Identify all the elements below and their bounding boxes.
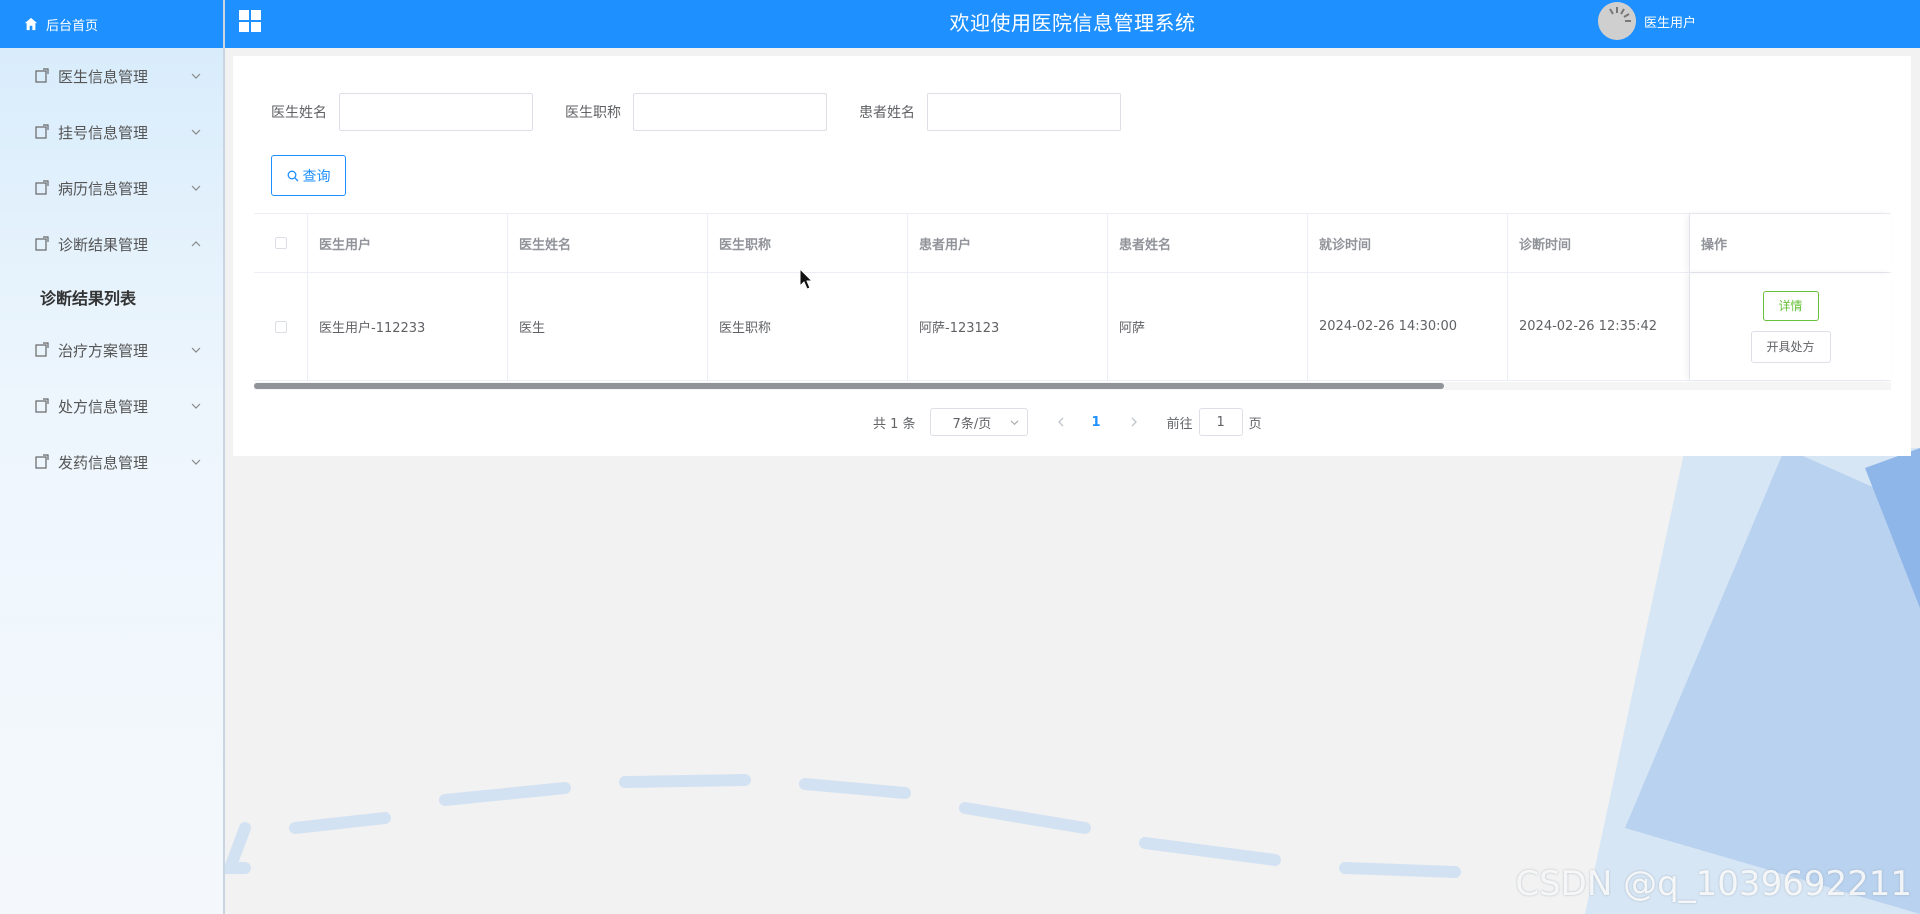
next-page-icon[interactable] bbox=[1129, 417, 1139, 427]
sidebar-item-treatment-plan[interactable]: 治疗方案管理 bbox=[0, 322, 223, 378]
sidebar-home-label: 后台首页 bbox=[46, 18, 99, 34]
sidebar-item-diagnosis[interactable]: 诊断结果管理 bbox=[0, 216, 223, 272]
user-menu[interactable]: 医生用户 bbox=[1598, 2, 1696, 40]
table-cell: 2024-02-26 14:30:00 bbox=[1308, 273, 1508, 380]
goto-label: 前往 bbox=[1166, 416, 1193, 432]
sidebar-item-dispensing[interactable]: 发药信息管理 bbox=[0, 434, 223, 490]
chevron-down-icon bbox=[1010, 420, 1019, 426]
sidebar-item-label: 处方信息管理 bbox=[58, 397, 149, 416]
menu-doc-icon bbox=[35, 342, 49, 357]
user-name: 医生用户 bbox=[1644, 15, 1697, 31]
watermark: CSDN @q_1039692211 bbox=[1515, 864, 1912, 904]
sidebar-item-label: 病历信息管理 bbox=[58, 179, 149, 198]
prev-page-icon[interactable] bbox=[1056, 417, 1066, 427]
content-card: 医生姓名 医生职称 患者姓名 查询 医生用户 医生姓名 医生职称 患者用户 患者… bbox=[233, 56, 1911, 456]
mouse-cursor-icon bbox=[799, 268, 814, 290]
goto-page-input[interactable] bbox=[1198, 408, 1243, 436]
goto-suffix: 页 bbox=[1248, 416, 1262, 432]
menu-doc-icon bbox=[35, 180, 49, 195]
sidebar-item-doctor-info[interactable]: 医生信息管理 bbox=[0, 48, 223, 104]
column-header[interactable]: 患者用户 bbox=[908, 214, 1108, 272]
column-header[interactable]: 诊断时间 bbox=[1508, 214, 1690, 272]
column-header[interactable]: 就诊时间 bbox=[1308, 214, 1508, 272]
table-row: 医生用户-112233 医生 医生职称 阿萨-123123 阿萨 2024-02… bbox=[254, 273, 1891, 381]
home-icon bbox=[24, 17, 38, 31]
menu-doc-icon bbox=[35, 124, 49, 139]
query-button-label: 查询 bbox=[302, 168, 331, 185]
menu-doc-icon bbox=[35, 236, 49, 251]
menu-doc-icon bbox=[35, 454, 49, 469]
prescribe-button[interactable]: 开具处方 bbox=[1750, 330, 1831, 363]
sidebar-item-registration[interactable]: 挂号信息管理 bbox=[0, 104, 223, 160]
total-count: 共 1 条 bbox=[873, 416, 916, 432]
table-cell: 2024-02-26 12:35:42 bbox=[1508, 273, 1690, 380]
table-cell: 阿萨-123123 bbox=[908, 273, 1108, 380]
actions-cell: 详情 开具处方 bbox=[1690, 273, 1891, 380]
row-checkbox[interactable] bbox=[274, 320, 287, 333]
select-all-checkbox[interactable] bbox=[274, 237, 287, 249]
column-header[interactable]: 医生职称 bbox=[708, 214, 908, 272]
query-button[interactable]: 查询 bbox=[271, 155, 346, 196]
top-header: 欢迎使用医院信息管理系统 医生用户 bbox=[225, 0, 1920, 48]
doctor-name-input[interactable] bbox=[339, 93, 533, 131]
sidebar-item-medical-record[interactable]: 病历信息管理 bbox=[0, 160, 223, 216]
doctor-title-label: 医生职称 bbox=[565, 105, 621, 121]
avatar-loading-icon bbox=[1598, 2, 1636, 40]
sidebar-item-label: 诊断结果管理 bbox=[58, 235, 149, 254]
search-icon bbox=[287, 170, 298, 181]
diagnosis-table: 医生用户 医生姓名 医生职称 患者用户 患者姓名 就诊时间 诊断时间 操作 医生… bbox=[254, 213, 1891, 383]
menu-doc-icon bbox=[35, 68, 49, 83]
sidebar-subitem-label: 诊断结果列表 bbox=[40, 289, 137, 308]
patient-name-input[interactable] bbox=[927, 93, 1121, 131]
chevron-down-icon bbox=[191, 347, 201, 353]
chevron-down-icon bbox=[191, 185, 201, 191]
sidebar: 后台首页 医生信息管理 挂号信息管理 病历信息管理 诊断结果管理 诊断结果列表 … bbox=[0, 0, 225, 914]
page-size-select[interactable]: 7条/页 bbox=[929, 408, 1028, 436]
header-select-cell bbox=[254, 214, 308, 272]
sidebar-home[interactable]: 后台首页 bbox=[0, 0, 223, 48]
column-header[interactable]: 医生姓名 bbox=[508, 214, 708, 272]
patient-name-label: 患者姓名 bbox=[859, 105, 915, 121]
chevron-down-icon bbox=[191, 129, 201, 135]
search-form: 医生姓名 医生职称 患者姓名 bbox=[271, 93, 1153, 131]
doctor-name-label: 医生姓名 bbox=[271, 105, 327, 121]
sidebar-item-label: 医生信息管理 bbox=[58, 67, 149, 86]
column-header[interactable]: 医生用户 bbox=[308, 214, 508, 272]
doctor-title-input[interactable] bbox=[633, 93, 827, 131]
pagination: 共 1 条 7条/页 1 前往 页 bbox=[873, 408, 1262, 436]
sidebar-item-prescription[interactable]: 处方信息管理 bbox=[0, 378, 223, 434]
page-size-value: 7条/页 bbox=[952, 416, 992, 432]
table-cell: 阿萨 bbox=[1108, 273, 1308, 380]
column-header[interactable]: 患者姓名 bbox=[1108, 214, 1308, 272]
row-select-cell bbox=[254, 273, 308, 380]
sidebar-item-label: 挂号信息管理 bbox=[58, 123, 149, 142]
detail-button[interactable]: 详情 bbox=[1762, 290, 1819, 321]
horizontal-scrollbar[interactable] bbox=[254, 382, 1891, 390]
column-header: 操作 bbox=[1690, 214, 1891, 272]
table-cell: 医生 bbox=[508, 273, 708, 380]
sidebar-item-label: 发药信息管理 bbox=[58, 453, 149, 472]
chevron-down-icon bbox=[191, 459, 201, 465]
chevron-up-icon bbox=[191, 241, 201, 247]
sidebar-item-label: 治疗方案管理 bbox=[58, 341, 149, 360]
table-header: 医生用户 医生姓名 医生职称 患者用户 患者姓名 就诊时间 诊断时间 操作 bbox=[254, 213, 1891, 273]
scrollbar-thumb[interactable] bbox=[254, 383, 1444, 389]
avatar bbox=[1598, 2, 1636, 40]
menu-doc-icon bbox=[35, 398, 49, 413]
chevron-down-icon bbox=[191, 403, 201, 409]
sidebar-subitem-diagnosis-list[interactable]: 诊断结果列表 bbox=[0, 272, 223, 322]
chevron-down-icon bbox=[191, 73, 201, 79]
table-cell: 医生用户-112233 bbox=[308, 273, 508, 380]
page-number[interactable]: 1 bbox=[1092, 415, 1101, 430]
